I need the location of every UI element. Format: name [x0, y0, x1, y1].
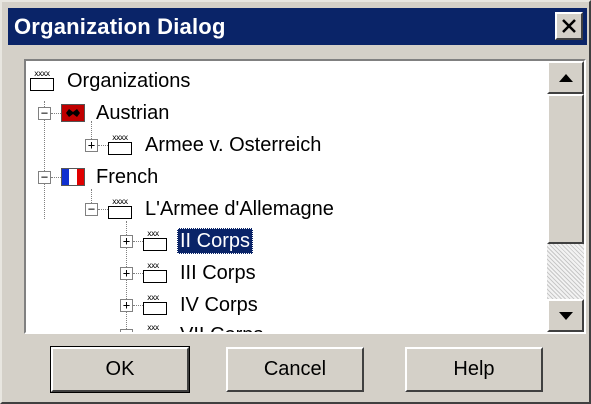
tree-node-label-selected: II Corps: [177, 228, 254, 254]
tree-node-ii-corps[interactable]: + xxx II Corps: [120, 225, 254, 257]
help-button-label: Help: [453, 358, 495, 380]
expand-icon[interactable]: +: [120, 266, 133, 280]
collapse-icon[interactable]: −: [38, 106, 51, 120]
collapse-icon[interactable]: −: [85, 202, 98, 216]
ok-button[interactable]: OK: [50, 346, 190, 393]
expand-icon[interactable]: +: [120, 298, 133, 312]
expand-icon[interactable]: +: [120, 234, 133, 248]
dialog-title: Organization Dialog: [14, 13, 226, 39]
arrow-down-icon: [558, 311, 573, 320]
tree-node-armee-allemagne[interactable]: − xxxx L'Armee d'Allemagne: [85, 193, 337, 225]
tree-root-label: Organizations: [67, 70, 191, 92]
collapse-icon[interactable]: −: [38, 170, 51, 184]
scrollbar-thumb[interactable]: [547, 94, 584, 244]
tree-node-french[interactable]: − French: [38, 161, 161, 193]
ok-button-label: OK: [105, 358, 135, 380]
organization-icon: xxxx: [30, 70, 56, 92]
tree-node-armee-osterreich[interactable]: + xxxx Armee v. Osterreich: [85, 129, 324, 161]
tree-node-label: VII Corps: [177, 322, 266, 332]
corps-icon: xxx: [143, 230, 169, 252]
tree-node-iv-corps[interactable]: + xxx IV Corps: [120, 289, 261, 321]
corps-icon: xxx: [143, 262, 169, 284]
arrow-up-icon: [558, 73, 573, 82]
army-icon: xxxx: [108, 134, 134, 156]
close-icon: [562, 19, 576, 33]
france-flag-icon: [61, 168, 85, 186]
organization-tree[interactable]: xxxx Organizations − Austrian + xxxx Arm…: [24, 59, 586, 334]
tree-node-label: French: [96, 166, 159, 188]
tree-node-label: IV Corps: [180, 294, 258, 316]
scroll-up-button[interactable]: [547, 61, 584, 94]
organization-dialog: Organization Dialog xxxx Organizations −…: [0, 0, 591, 404]
tree-node-iii-corps[interactable]: + xxx III Corps: [120, 257, 259, 289]
cancel-button[interactable]: Cancel: [226, 347, 364, 392]
tree-node-label: III Corps: [180, 262, 256, 284]
tree-node-label: L'Armee d'Allemagne: [145, 198, 334, 220]
austria-flag-icon: [61, 104, 85, 122]
close-button[interactable]: [555, 12, 583, 40]
expand-icon[interactable]: +: [85, 138, 98, 152]
tree-node-label: Austrian: [96, 102, 170, 124]
scroll-down-button[interactable]: [547, 299, 584, 332]
tree-node-austrian[interactable]: − Austrian: [38, 97, 172, 129]
army-icon: xxxx: [108, 198, 134, 220]
cancel-button-label: Cancel: [263, 358, 327, 380]
title-bar[interactable]: Organization Dialog: [8, 8, 587, 45]
tree-node-vii-corps[interactable]: + xxx VII Corps: [120, 319, 266, 332]
tree-root[interactable]: xxxx Organizations: [30, 65, 193, 97]
expand-icon[interactable]: +: [120, 328, 133, 332]
tree-node-label: Armee v. Osterreich: [145, 134, 322, 156]
corps-icon: xxx: [143, 294, 169, 316]
help-button[interactable]: Help: [405, 347, 543, 392]
corps-icon: xxx: [143, 324, 169, 332]
vertical-scrollbar[interactable]: [547, 61, 584, 332]
